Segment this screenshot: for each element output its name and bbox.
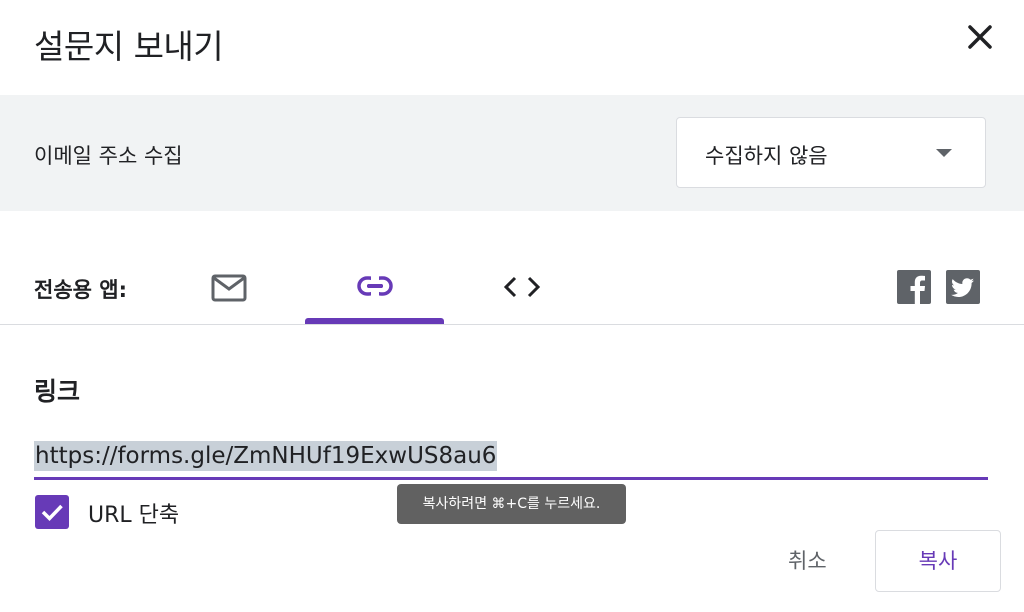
tab-divider <box>0 324 1024 325</box>
cancel-button[interactable]: 취소 <box>770 541 845 579</box>
tab-link[interactable] <box>305 252 444 324</box>
facebook-icon <box>910 275 925 304</box>
facebook-share-button[interactable] <box>897 270 931 304</box>
mail-icon <box>211 274 247 302</box>
copy-hint-tooltip: 복사하려면 ⌘+C를 누르세요. <box>397 484 626 524</box>
send-via-label: 전송용 앱: <box>34 278 127 302</box>
tab-email[interactable] <box>195 252 265 324</box>
copy-button[interactable]: 복사 <box>875 530 1001 592</box>
email-collection-label: 이메일 주소 수집 <box>34 144 183 168</box>
dialog-title: 설문지 보내기 <box>34 27 224 66</box>
email-collection-select[interactable]: 수집하지 않음 <box>676 117 986 188</box>
tab-embed-html[interactable] <box>487 252 557 324</box>
dialog-header: 설문지 보내기 <box>0 0 1024 95</box>
share-url-field[interactable]: https://forms.gle/ZmNHUf19ExwUS8au6 <box>34 441 498 471</box>
twitter-icon <box>951 278 974 297</box>
shorten-url-checkbox[interactable] <box>35 495 69 529</box>
checkmark-icon <box>41 504 63 522</box>
dropdown-arrow-icon <box>936 149 952 157</box>
twitter-share-button[interactable] <box>946 270 980 304</box>
link-icon <box>357 275 393 297</box>
code-icon <box>503 276 541 298</box>
link-section-title: 링크 <box>34 377 81 406</box>
url-field-underline <box>34 477 988 480</box>
close-icon[interactable] <box>962 19 998 55</box>
shorten-url-label: URL 단축 <box>88 503 180 528</box>
email-collection-selected-value: 수집하지 않음 <box>705 144 828 168</box>
